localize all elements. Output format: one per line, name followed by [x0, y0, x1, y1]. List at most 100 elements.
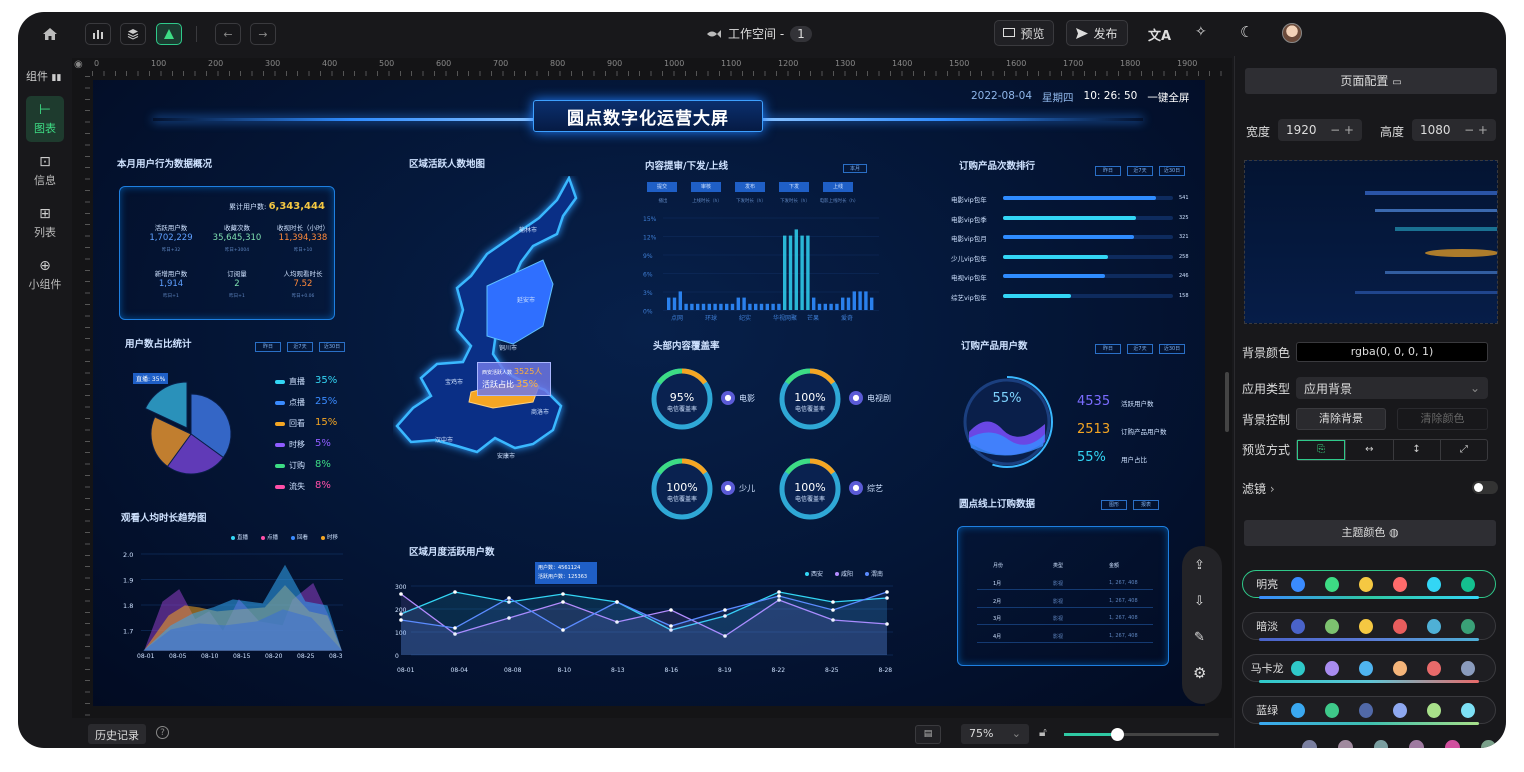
zoom-slider-thumb[interactable]: [1111, 728, 1124, 741]
content-bar: [765, 303, 769, 310]
x-tick: 点网: [671, 314, 683, 322]
theme-color-header[interactable]: 主题颜色 ◍: [1244, 520, 1496, 546]
pie-slice: [144, 381, 188, 429]
app-window: ← → 工作空间 - 1 预览 发布 文A ✧ ☾ 组件 ▮▮ ⊢ 图表 ⊡ 信…: [18, 12, 1506, 748]
zoom-select[interactable]: 75% ⌄: [961, 724, 1029, 744]
content-step-tab[interactable]: 上线: [823, 182, 853, 192]
ratio-tab[interactable]: 昨日: [255, 342, 281, 352]
orders-tab[interactable]: 近30日: [1159, 344, 1185, 354]
theme-row-1[interactable]: 明亮: [1242, 570, 1496, 599]
fullscreen-button[interactable]: 一键全屏: [1147, 90, 1189, 105]
shape-icon: [164, 29, 174, 39]
stepper-icon[interactable]: − +: [1464, 123, 1488, 137]
height-input[interactable]: 1080− +: [1412, 119, 1496, 141]
ranking-tab[interactable]: 近30日: [1159, 166, 1185, 176]
theme-name: 暗淡: [1256, 620, 1279, 633]
fit-width-icon[interactable]: ↔: [1345, 440, 1392, 460]
sidebar-item-widget[interactable]: ⊕ 小组件: [26, 258, 64, 292]
settings-icon[interactable]: ⚙: [1193, 664, 1206, 682]
layers-toggle-button[interactable]: [120, 23, 146, 45]
orders-stat-label: 订购产品用户数: [1121, 428, 1167, 436]
clear-bg-button[interactable]: 清除背景: [1296, 408, 1386, 430]
region-map[interactable]: 榆林市 延安市 铜川市 宝鸡市 商洛市 汉中市 安康市: [393, 176, 593, 516]
theme-list-more: [1244, 740, 1496, 748]
fullscreen-icon[interactable]: ⤢: [1439, 440, 1487, 460]
theme-row-3[interactable]: 马卡龙: [1242, 654, 1496, 683]
sidebar-item-list[interactable]: ⊞ 列表: [26, 206, 64, 240]
ratio-tab[interactable]: 近7天: [287, 342, 313, 352]
legend-pct: 15%: [315, 417, 338, 428]
ruler-mark: 0: [94, 59, 100, 68]
history-button[interactable]: 历史记录: [88, 724, 146, 744]
avatar[interactable]: [1282, 23, 1302, 43]
theme-color-dot: [1325, 660, 1340, 676]
orders-tab[interactable]: 近7天: [1127, 344, 1153, 354]
online-title: 圆点线上订购数据: [959, 499, 1036, 510]
stat-label: 人均观看时长: [283, 270, 323, 278]
eye-icon[interactable]: ◉: [74, 59, 83, 70]
theme-row-2[interactable]: 暗淡: [1242, 612, 1496, 641]
dashboard-canvas[interactable]: 圆点数字化运营大屏 2022-08-04 星期四 10: 26: 50 一键全屏…: [93, 80, 1205, 706]
config-toggle-button[interactable]: [156, 23, 182, 45]
background-preview[interactable]: [1244, 160, 1498, 324]
help-icon[interactable]: ?: [156, 726, 169, 739]
stepper-icon[interactable]: − +: [1330, 123, 1354, 137]
chart-toggle-button[interactable]: [85, 23, 111, 45]
sidebar-item-info[interactable]: ⊡ 信息: [26, 154, 64, 188]
magic-wand-icon[interactable]: ✧: [1195, 24, 1207, 40]
content-tab[interactable]: 本月: [843, 164, 867, 173]
undo-button[interactable]: ←: [215, 23, 241, 45]
publish-button[interactable]: 发布: [1066, 20, 1128, 46]
moon-icon[interactable]: ☾: [1240, 23, 1253, 41]
theme-row-4[interactable]: 蓝绿: [1242, 696, 1496, 725]
fit-icon[interactable]: ⎘: [1297, 440, 1346, 460]
content-step-tab[interactable]: 下发: [779, 182, 809, 192]
content-bar: [730, 303, 735, 310]
content-step-tab[interactable]: 审核: [691, 182, 721, 192]
x-tick: 8-22: [772, 667, 786, 674]
chevron-right-icon: ›: [1269, 482, 1275, 496]
x-tick: 环球: [705, 314, 717, 322]
zoom-slider-track[interactable]: [1064, 728, 1219, 741]
content-step-tab[interactable]: 发布: [735, 182, 765, 192]
online-tab[interactable]: 报表: [1133, 500, 1159, 510]
export-icon[interactable]: ⇪: [1194, 558, 1205, 573]
page-config-header[interactable]: 页面配置 ▭: [1245, 68, 1497, 94]
preview-button[interactable]: 预览: [994, 20, 1054, 46]
edit-icon[interactable]: ✎: [1194, 630, 1205, 645]
ranking-tab[interactable]: 近7天: [1127, 166, 1153, 176]
clear-color-button[interactable]: 清除颜色: [1397, 408, 1488, 430]
monthly-point: [561, 600, 565, 604]
orders-tab[interactable]: 昨日: [1095, 344, 1121, 354]
content-bar: [777, 303, 781, 310]
apply-type-select[interactable]: 应用背景 ⌄: [1296, 377, 1488, 399]
monitor-icon: ▭: [1392, 77, 1402, 88]
translate-icon[interactable]: 文A: [1148, 25, 1171, 44]
filter-label[interactable]: 滤镜 ›: [1242, 480, 1275, 497]
theme-bar: [1259, 722, 1479, 725]
online-tab[interactable]: 图形: [1101, 500, 1127, 510]
lock-icon[interactable]: 🔓︎: [1039, 725, 1047, 740]
content-step-tab[interactable]: 提交: [647, 182, 677, 192]
ring-value: 100%: [794, 481, 825, 494]
stat-label: 活跃用户数: [154, 224, 188, 232]
horizontal-ruler: 0 100 200 300 400 500 600 700 800 900 1000 1100 1200…: [92, 58, 1232, 76]
filter-toggle[interactable]: [1472, 481, 1498, 494]
canvas-scrollbar[interactable]: [1225, 372, 1229, 432]
bg-color-input[interactable]: rgba(0, 0, 0, 1): [1296, 342, 1488, 362]
home-icon[interactable]: [42, 26, 58, 45]
theme-color-dot: [1291, 702, 1306, 718]
sidebar-item-chart[interactable]: ⊢ 图表: [26, 96, 64, 142]
ranking-tab[interactable]: 昨日: [1095, 166, 1121, 176]
coverage-ring: 100%电信覆盖率: [779, 368, 841, 430]
minimap-icon[interactable]: ▤: [915, 725, 941, 744]
fit-height-icon[interactable]: ↕: [1392, 440, 1440, 460]
redo-button[interactable]: →: [250, 23, 276, 45]
ranking-value: 541: [1179, 195, 1189, 201]
category-icon: ●: [721, 391, 735, 405]
map-title: 区域活跃人数地图: [409, 159, 486, 170]
import-icon[interactable]: ⇩: [1194, 594, 1205, 609]
ratio-tab[interactable]: 近30日: [319, 342, 345, 352]
monthly-point: [561, 628, 565, 632]
width-input[interactable]: 1920− +: [1278, 119, 1362, 141]
